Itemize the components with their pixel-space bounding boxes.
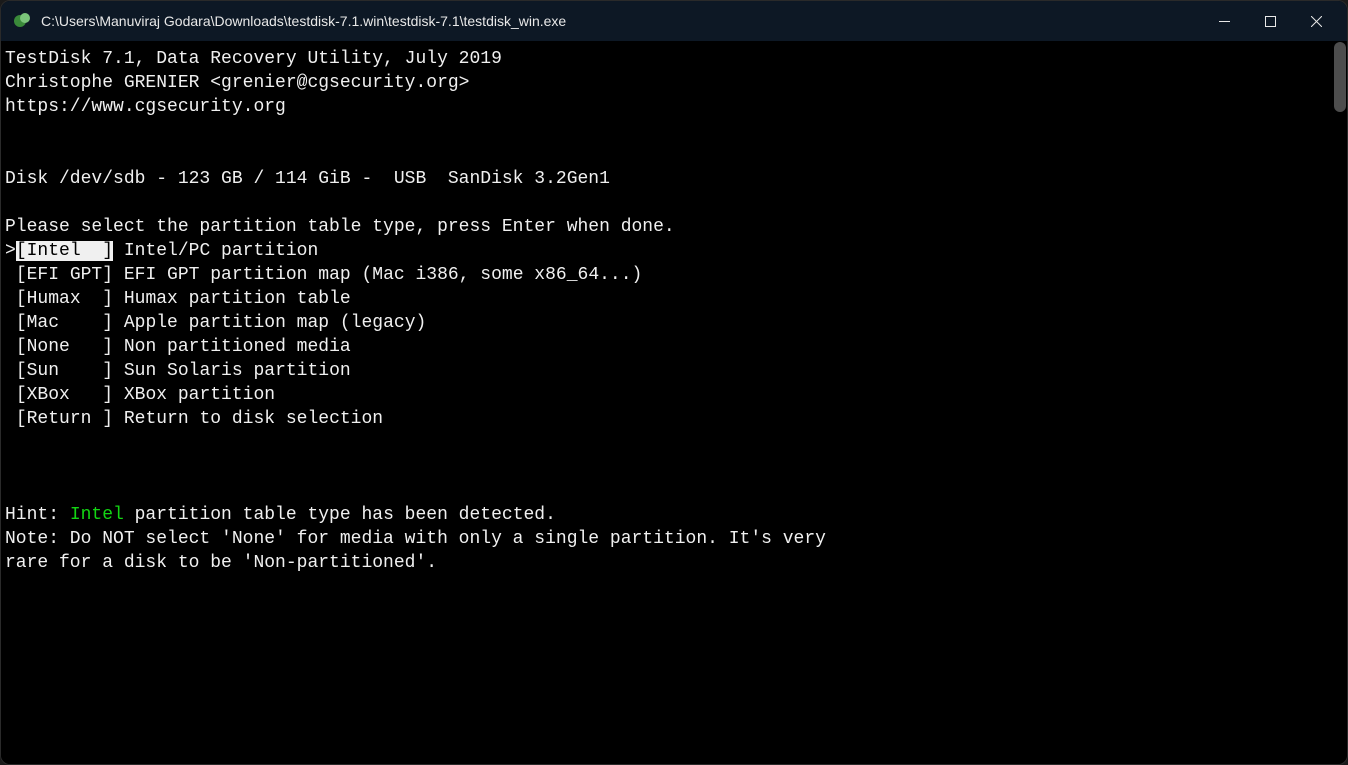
menu-label: [EFI GPT] — [16, 265, 113, 285]
menu-label: [Intel ] — [16, 241, 113, 261]
header-line-1: TestDisk 7.1, Data Recovery Utility, Jul… — [5, 49, 502, 69]
header-line-2: Christophe GRENIER <grenier@cgsecurity.o… — [5, 73, 469, 93]
menu-item-intel[interactable]: >[Intel ] Intel/PC partition — [5, 239, 1347, 263]
menu-item-none[interactable]: [None ] Non partitioned media — [5, 335, 1347, 359]
window: C:\Users\Manuviraj Godara\Downloads\test… — [0, 0, 1348, 765]
header-line-3: https://www.cgsecurity.org — [5, 97, 286, 117]
menu-item-mac[interactable]: [Mac ] Apple partition map (legacy) — [5, 311, 1347, 335]
menu-desc: Apple partition map (legacy) — [124, 313, 426, 333]
menu-desc: Sun Solaris partition — [124, 361, 351, 381]
hint-line: Hint: Intel partition table type has bee… — [5, 505, 556, 525]
menu-item-xbox[interactable]: [XBox ] XBox partition — [5, 383, 1347, 407]
menu-label: [Mac ] — [16, 313, 113, 333]
minimize-button[interactable] — [1201, 1, 1247, 41]
maximize-button[interactable] — [1247, 1, 1293, 41]
window-title: C:\Users\Manuviraj Godara\Downloads\test… — [41, 13, 1201, 29]
close-button[interactable] — [1293, 1, 1339, 41]
menu-item-sun[interactable]: [Sun ] Sun Solaris partition — [5, 359, 1347, 383]
prompt-text: Please select the partition table type, … — [5, 217, 675, 237]
titlebar[interactable]: C:\Users\Manuviraj Godara\Downloads\test… — [1, 1, 1347, 41]
terminal-output[interactable]: TestDisk 7.1, Data Recovery Utility, Jul… — [1, 41, 1347, 764]
menu-label: [None ] — [16, 337, 113, 357]
note-line-2: rare for a disk to be 'Non-partitioned'. — [5, 553, 437, 573]
disk-info: Disk /dev/sdb - 123 GB / 114 GiB - USB S… — [5, 169, 610, 189]
menu-item-return[interactable]: [Return ] Return to disk selection — [5, 407, 1347, 431]
menu-desc: Humax partition table — [124, 289, 351, 309]
hint-detected-type: Intel — [70, 505, 124, 525]
menu-desc: Non partitioned media — [124, 337, 351, 357]
menu-desc: Intel/PC partition — [124, 241, 318, 261]
menu-item-humax[interactable]: [Humax ] Humax partition table — [5, 287, 1347, 311]
menu-item-efi-gpt[interactable]: [EFI GPT] EFI GPT partition map (Mac i38… — [5, 263, 1347, 287]
menu-label: [Humax ] — [16, 289, 113, 309]
menu-desc: XBox partition — [124, 385, 275, 405]
menu-desc: EFI GPT partition map (Mac i386, some x8… — [124, 265, 642, 285]
window-controls — [1201, 1, 1339, 41]
menu-label: [XBox ] — [16, 385, 113, 405]
menu-label: [Sun ] — [16, 361, 113, 381]
note-line-1: Note: Do NOT select 'None' for media wit… — [5, 529, 826, 549]
menu-desc: Return to disk selection — [124, 409, 383, 429]
scrollbar-thumb[interactable] — [1334, 42, 1346, 112]
menu-label: [Return ] — [16, 409, 113, 429]
app-icon — [13, 12, 31, 30]
